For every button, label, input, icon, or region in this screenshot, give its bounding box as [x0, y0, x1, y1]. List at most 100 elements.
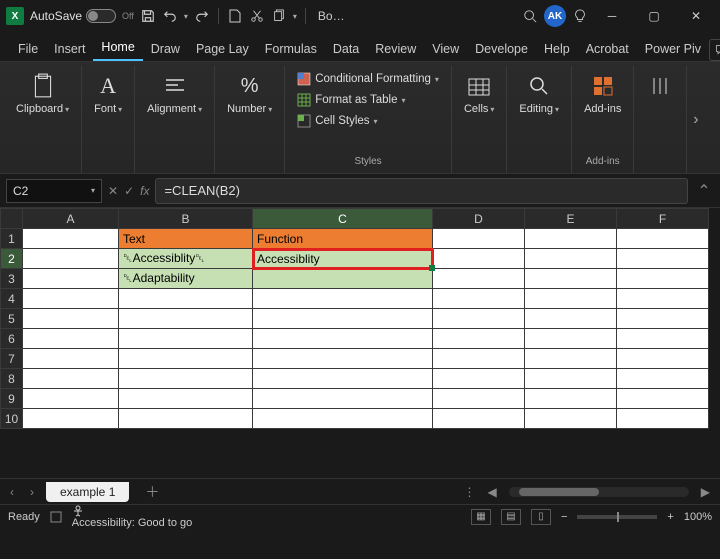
cell-B7[interactable] — [119, 349, 253, 369]
tab-review[interactable]: Review — [367, 36, 424, 61]
cell-C4[interactable] — [253, 289, 433, 309]
row-header-2[interactable]: 2 — [1, 249, 23, 269]
cell-D8[interactable] — [433, 369, 525, 389]
tab-formulas[interactable]: Formulas — [257, 36, 325, 61]
col-header-E[interactable]: E — [525, 209, 617, 229]
redo-icon[interactable] — [194, 8, 210, 24]
cell-E1[interactable] — [525, 229, 617, 249]
name-box[interactable]: C2 ▾ — [6, 179, 102, 203]
zoom-slider[interactable] — [577, 515, 657, 519]
scroll-left-button[interactable]: ◀ — [484, 485, 501, 499]
row-header-6[interactable]: 6 — [1, 329, 23, 349]
cancel-formula-icon[interactable]: ✕ — [108, 184, 118, 198]
tab-acrobat[interactable]: Acrobat — [578, 36, 637, 61]
accept-formula-icon[interactable]: ✓ — [124, 184, 134, 198]
tab-view[interactable]: View — [424, 36, 467, 61]
cell-E4[interactable] — [525, 289, 617, 309]
sheet-tab-active[interactable]: example 1 — [46, 482, 129, 502]
alignment-button[interactable]: Alignment▾ — [143, 70, 206, 117]
maximize-button[interactable]: ▢ — [636, 2, 672, 30]
next-sheet-button[interactable]: › — [26, 485, 38, 499]
sheet-options-icon[interactable]: ⋮ — [464, 485, 476, 499]
col-header-C[interactable]: C — [253, 209, 433, 229]
cell-D3[interactable] — [433, 269, 525, 289]
fx-icon[interactable]: fx — [140, 184, 149, 198]
zoom-in-button[interactable]: + — [667, 511, 673, 523]
tab-developer[interactable]: Develope — [467, 36, 536, 61]
expand-formula-bar-icon[interactable]: ⌃ — [694, 181, 714, 201]
row-header-7[interactable]: 7 — [1, 349, 23, 369]
row-header-9[interactable]: 9 — [1, 389, 23, 409]
cell-E7[interactable] — [525, 349, 617, 369]
comments-button[interactable] — [709, 39, 720, 61]
tab-file[interactable]: File — [10, 36, 46, 61]
cell-D4[interactable] — [433, 289, 525, 309]
cell-F9[interactable] — [617, 389, 709, 409]
cell-B8[interactable] — [119, 369, 253, 389]
add-sheet-button[interactable]: ＋ — [137, 482, 167, 502]
cell-A4[interactable] — [23, 289, 119, 309]
cell-A9[interactable] — [23, 389, 119, 409]
cell-A7[interactable] — [23, 349, 119, 369]
row-header-8[interactable]: 8 — [1, 369, 23, 389]
conditional-formatting-button[interactable]: Conditional Formatting▾ — [293, 70, 443, 88]
copy-dropdown-icon[interactable]: ▾ — [293, 12, 297, 21]
cell-D9[interactable] — [433, 389, 525, 409]
horizontal-scrollbar[interactable] — [509, 487, 689, 497]
zoom-out-button[interactable]: − — [561, 511, 567, 523]
cell-C1[interactable]: Function — [253, 229, 433, 249]
cell-A2[interactable] — [23, 249, 119, 269]
cell-C6[interactable] — [253, 329, 433, 349]
row-header-4[interactable]: 4 — [1, 289, 23, 309]
accessibility-status[interactable]: Accessibility: Good to go — [72, 505, 192, 529]
cell-C10[interactable] — [253, 409, 433, 429]
cell-A10[interactable] — [23, 409, 119, 429]
undo-icon[interactable] — [162, 8, 178, 24]
row-header-1[interactable]: 1 — [1, 229, 23, 249]
cell-A8[interactable] — [23, 369, 119, 389]
font-button[interactable]: A Font▾ — [90, 70, 126, 117]
cell-B2[interactable]: ␡Accessiblity␡ — [119, 249, 253, 269]
addins-button[interactable]: Add-ins — [580, 70, 625, 117]
worksheet-grid[interactable]: A B C D E F 1 Text Function 2 ␡Accessibl… — [0, 208, 720, 478]
format-as-table-button[interactable]: Format as Table▾ — [293, 91, 443, 109]
cell-C5[interactable] — [253, 309, 433, 329]
lightbulb-icon[interactable] — [572, 8, 588, 24]
cell-B1[interactable]: Text — [119, 229, 253, 249]
cell-B3[interactable]: ␡Adaptability — [119, 269, 253, 289]
cell-F7[interactable] — [617, 349, 709, 369]
cell-F10[interactable] — [617, 409, 709, 429]
cell-D10[interactable] — [433, 409, 525, 429]
cell-D5[interactable] — [433, 309, 525, 329]
search-icon[interactable] — [522, 8, 538, 24]
col-header-B[interactable]: B — [119, 209, 253, 229]
cell-C9[interactable] — [253, 389, 433, 409]
cell-C8[interactable] — [253, 369, 433, 389]
cell-F3[interactable] — [617, 269, 709, 289]
row-header-10[interactable]: 10 — [1, 409, 23, 429]
cell-E5[interactable] — [525, 309, 617, 329]
save-icon[interactable] — [140, 8, 156, 24]
cell-E8[interactable] — [525, 369, 617, 389]
cell-B4[interactable] — [119, 289, 253, 309]
minimize-button[interactable]: ─ — [594, 2, 630, 30]
new-file-icon[interactable] — [227, 8, 243, 24]
col-header-F[interactable]: F — [617, 209, 709, 229]
cell-D7[interactable] — [433, 349, 525, 369]
cut-icon[interactable] — [249, 8, 265, 24]
cell-B5[interactable] — [119, 309, 253, 329]
number-button[interactable]: % Number▾ — [223, 70, 276, 117]
user-avatar[interactable]: AK — [544, 5, 566, 27]
cell-F8[interactable] — [617, 369, 709, 389]
tab-page-layout[interactable]: Page Lay — [188, 36, 257, 61]
cell-F4[interactable] — [617, 289, 709, 309]
cell-E3[interactable] — [525, 269, 617, 289]
chevron-down-icon[interactable]: ▾ — [91, 186, 95, 195]
cell-F5[interactable] — [617, 309, 709, 329]
normal-view-button[interactable]: ▦ — [471, 509, 491, 525]
editing-button[interactable]: Editing▾ — [515, 70, 563, 117]
document-title[interactable]: Bo… — [318, 9, 345, 23]
autosave-toggle[interactable]: AutoSave Off — [30, 9, 134, 23]
cell-E6[interactable] — [525, 329, 617, 349]
undo-dropdown-icon[interactable]: ▾ — [184, 12, 188, 21]
